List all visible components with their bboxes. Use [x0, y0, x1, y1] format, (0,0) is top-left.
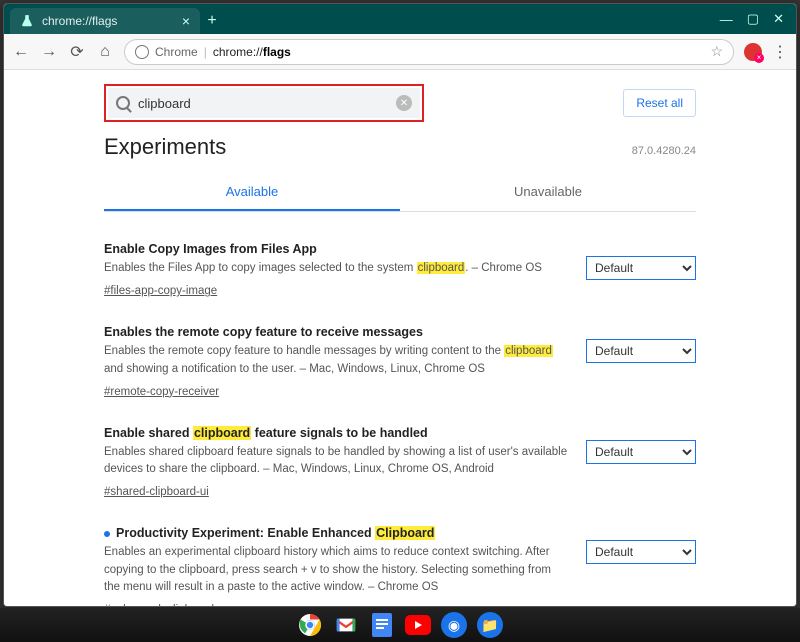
- forward-button[interactable]: →: [40, 43, 58, 61]
- flag-description: Enables the remote copy feature to handl…: [104, 343, 570, 378]
- experiment-tabs: Available Unavailable: [104, 174, 696, 212]
- search-input[interactable]: [138, 96, 388, 111]
- search-row: ✕ Reset all: [4, 70, 796, 130]
- watermark: www.deuaq.com: [715, 596, 794, 606]
- flag-description: Enables the Files App to copy images sel…: [104, 260, 570, 277]
- search-box-highlight: ✕: [104, 84, 424, 122]
- page-header: Experiments 87.0.4280.24: [4, 130, 796, 160]
- drive-app-icon[interactable]: ◉: [441, 612, 467, 638]
- flag-title: Enable shared clipboard feature signals …: [104, 426, 570, 440]
- page-title: Experiments: [104, 134, 226, 160]
- browser-window: chrome://flags × + — ▢ ✕ ← → ⟳ ⌂ Chrome …: [3, 3, 797, 607]
- extension-icon[interactable]: [744, 43, 762, 61]
- reset-all-button[interactable]: Reset all: [623, 89, 696, 117]
- chromeos-shelf: ◉ 📁: [0, 608, 800, 642]
- maximize-icon[interactable]: ▢: [747, 11, 759, 27]
- window-controls: — ▢ ✕: [720, 4, 796, 34]
- search-icon: [116, 96, 130, 110]
- tab-unavailable[interactable]: Unavailable: [400, 174, 696, 211]
- close-window-icon[interactable]: ✕: [773, 11, 784, 27]
- browser-tab[interactable]: chrome://flags ×: [10, 8, 200, 34]
- modified-indicator-icon: [104, 531, 110, 537]
- flag-hash-link[interactable]: #remote-copy-receiver: [104, 386, 219, 398]
- flag-hash-link[interactable]: #enhanced_clipboard: [104, 604, 214, 606]
- menu-button[interactable]: ⋮: [772, 42, 788, 62]
- gmail-app-icon[interactable]: [333, 612, 359, 638]
- site-info-icon[interactable]: [135, 45, 149, 59]
- files-app-icon[interactable]: 📁: [477, 612, 503, 638]
- flag-title: Productivity Experiment: Enable Enhanced…: [104, 526, 570, 540]
- reload-button[interactable]: ⟳: [68, 43, 86, 61]
- flag-dropdown[interactable]: Default: [586, 339, 696, 363]
- bookmark-star-icon[interactable]: ☆: [710, 43, 723, 60]
- flag-item: Enables the remote copy feature to recei…: [104, 313, 696, 414]
- browser-toolbar: ← → ⟳ ⌂ Chrome | chrome://flags ☆ ⋮: [4, 34, 796, 70]
- url-path: chrome://flags: [213, 45, 291, 59]
- tab-available[interactable]: Available: [104, 174, 400, 211]
- back-button[interactable]: ←: [12, 43, 30, 61]
- docs-app-icon[interactable]: [369, 612, 395, 638]
- chrome-app-icon[interactable]: [297, 612, 323, 638]
- flag-title: Enable Copy Images from Files App: [104, 242, 570, 256]
- new-tab-button[interactable]: +: [200, 8, 224, 34]
- flag-item: Enable Copy Images from Files App Enable…: [104, 230, 696, 313]
- search-box: ✕: [108, 88, 420, 118]
- flag-description: Enables shared clipboard feature signals…: [104, 444, 570, 479]
- flag-dropdown[interactable]: Default: [586, 256, 696, 280]
- flag-item: Productivity Experiment: Enable Enhanced…: [104, 514, 696, 606]
- clear-search-icon[interactable]: ✕: [396, 95, 412, 111]
- version-label: 87.0.4280.24: [632, 145, 696, 157]
- titlebar: chrome://flags × + — ▢ ✕: [4, 4, 796, 34]
- address-bar[interactable]: Chrome | chrome://flags ☆: [124, 39, 734, 65]
- flag-dropdown[interactable]: Default: [586, 440, 696, 464]
- close-tab-icon[interactable]: ×: [182, 13, 190, 29]
- tab-title: chrome://flags: [42, 14, 174, 28]
- youtube-app-icon[interactable]: [405, 612, 431, 638]
- flag-item: Enable shared clipboard feature signals …: [104, 414, 696, 515]
- page-content: ✕ Reset all Experiments 87.0.4280.24 Ava…: [4, 70, 796, 606]
- flask-icon: [20, 14, 34, 28]
- flag-title: Enables the remote copy feature to recei…: [104, 325, 570, 339]
- flag-hash-link[interactable]: #files-app-copy-image: [104, 285, 217, 297]
- minimize-icon[interactable]: —: [720, 12, 733, 27]
- url-origin: Chrome: [155, 45, 198, 59]
- flags-list: Enable Copy Images from Files App Enable…: [4, 212, 796, 606]
- flag-hash-link[interactable]: #shared-clipboard-ui: [104, 486, 209, 498]
- home-button[interactable]: ⌂: [96, 43, 114, 61]
- flag-dropdown[interactable]: Default: [586, 540, 696, 564]
- flag-description: Enables an experimental clipboard histor…: [104, 544, 570, 596]
